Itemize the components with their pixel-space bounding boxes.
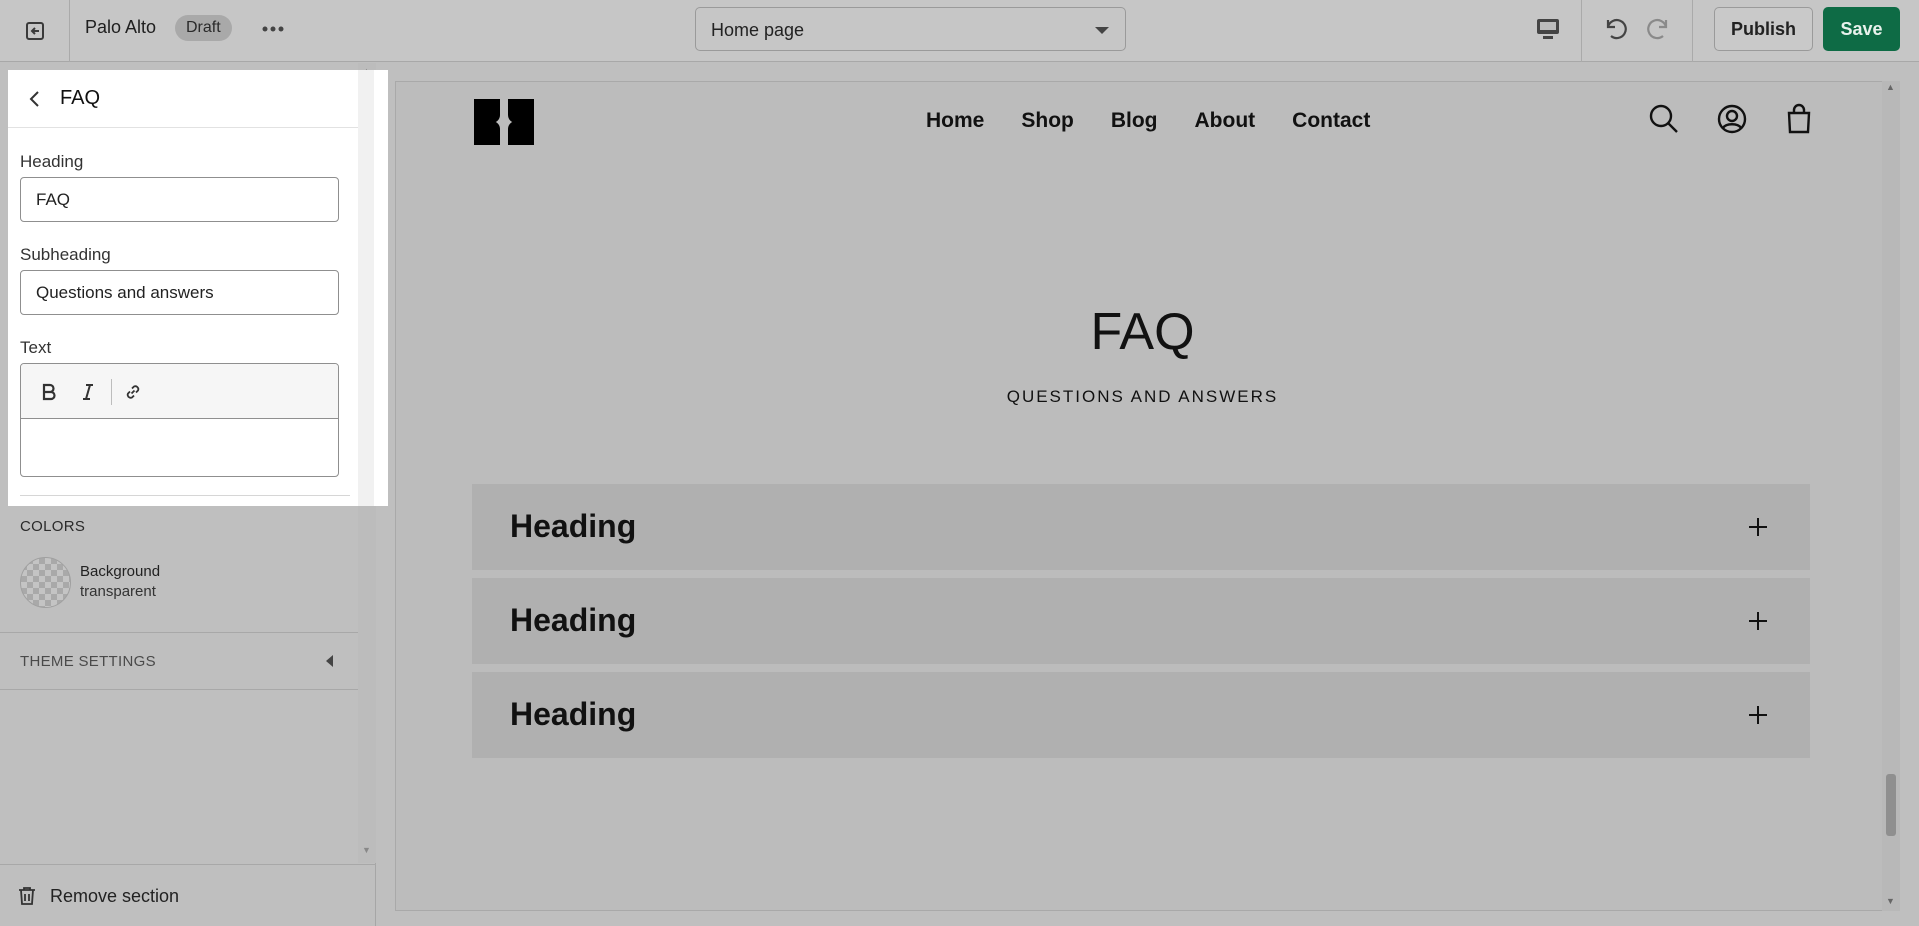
theme-settings-label: THEME SETTINGS [20, 653, 156, 670]
accordion-heading: Heading [510, 696, 637, 732]
italic-icon [83, 384, 93, 400]
subheading-input[interactable] [20, 270, 339, 315]
scroll-down-icon[interactable]: ▼ [1886, 896, 1895, 906]
account-icon[interactable] [1715, 102, 1749, 136]
chevron-down-icon [1095, 27, 1109, 34]
nav-link-shop[interactable]: Shop [1021, 109, 1074, 133]
nav-link-home[interactable]: Home [926, 109, 984, 133]
bold-icon [42, 383, 56, 401]
faq-title: FAQ [1090, 303, 1195, 361]
subheading-field-label: Subheading [20, 245, 111, 264]
divider [20, 495, 350, 496]
background-color-value: transparent [80, 583, 156, 600]
search-icon[interactable] [1647, 102, 1681, 136]
text-rich-editor[interactable] [20, 363, 339, 477]
accordion-heading: Heading [510, 602, 637, 638]
logo-icon [474, 99, 534, 145]
redo-button[interactable] [1643, 12, 1677, 46]
scroll-up-icon[interactable]: ▲ [1886, 82, 1895, 92]
page-select[interactable]: Home page [695, 7, 1126, 51]
top-bar: Palo Alto Draft Home page Publish Save [0, 0, 1919, 62]
accordion-heading: Heading [510, 508, 637, 544]
publish-button[interactable]: Publish [1714, 7, 1813, 51]
chevron-left-icon [29, 91, 39, 107]
redo-icon [1647, 18, 1668, 40]
trash-icon [16, 885, 38, 907]
bold-button[interactable] [35, 378, 63, 406]
background-color-label: Background [80, 563, 161, 580]
italic-button[interactable] [74, 378, 102, 406]
plus-icon [1749, 612, 1767, 630]
heading-input[interactable] [20, 177, 339, 222]
divider [0, 689, 358, 690]
nav-link-about[interactable]: About [1195, 109, 1256, 133]
colors-section-label: COLORS [20, 518, 86, 535]
store-logo[interactable] [472, 97, 536, 147]
more-actions-button[interactable] [258, 14, 288, 44]
link-button[interactable] [119, 378, 147, 406]
toolbar-divider [1581, 0, 1582, 62]
page-select-value: Home page [711, 20, 805, 40]
exit-button[interactable] [0, 0, 70, 62]
chevron-left-icon [326, 655, 333, 667]
save-button[interactable]: Save [1823, 7, 1900, 51]
section-settings-panel: FAQ Heading Subheading Text [8, 70, 388, 506]
panel-title: FAQ [60, 87, 101, 109]
preview-scroll-thumb[interactable] [1886, 774, 1896, 836]
plus-icon [1749, 518, 1767, 536]
plus-icon [1749, 706, 1767, 724]
main-nav: Home Shop Blog About Contact [926, 109, 1407, 133]
accordion-item[interactable]: Heading [472, 578, 1810, 664]
scroll-down-icon[interactable]: ▼ [362, 845, 371, 855]
heading-field-label: Heading [20, 152, 84, 171]
text-field-label: Text [20, 338, 52, 357]
undo-button[interactable] [1597, 12, 1631, 46]
toolbar-divider [1692, 0, 1693, 62]
exit-icon [25, 22, 44, 40]
toolbar-divider [111, 379, 112, 405]
faq-subtitle: QUESTIONS AND ANSWERS [1006, 387, 1279, 406]
nav-link-contact[interactable]: Contact [1292, 109, 1370, 133]
theme-settings-toggle[interactable]: THEME SETTINGS [0, 633, 358, 689]
cart-icon[interactable] [1782, 102, 1816, 136]
device-preview-button[interactable] [1530, 12, 1566, 46]
status-badge: Draft [175, 15, 232, 41]
accordion-item[interactable]: Heading [472, 484, 1810, 570]
background-color-swatch[interactable] [20, 557, 71, 608]
undo-icon [1606, 18, 1627, 40]
theme-preview: Home Shop Blog About Contact FAQ QUESTIO… [395, 81, 1888, 911]
panel-header: FAQ [8, 70, 358, 128]
remove-section-button[interactable]: Remove section [0, 864, 376, 926]
nav-link-blog[interactable]: Blog [1111, 109, 1158, 133]
rich-text-toolbar [21, 364, 338, 419]
link-icon [126, 385, 140, 399]
panel-scrollbar[interactable] [358, 70, 374, 506]
remove-section-label: Remove section [50, 886, 180, 906]
back-button[interactable] [22, 86, 48, 112]
store-name: Palo Alto [85, 17, 157, 37]
desktop-icon [1537, 19, 1559, 39]
accordion-item[interactable]: Heading [472, 672, 1810, 758]
ellipsis-icon [262, 26, 284, 32]
